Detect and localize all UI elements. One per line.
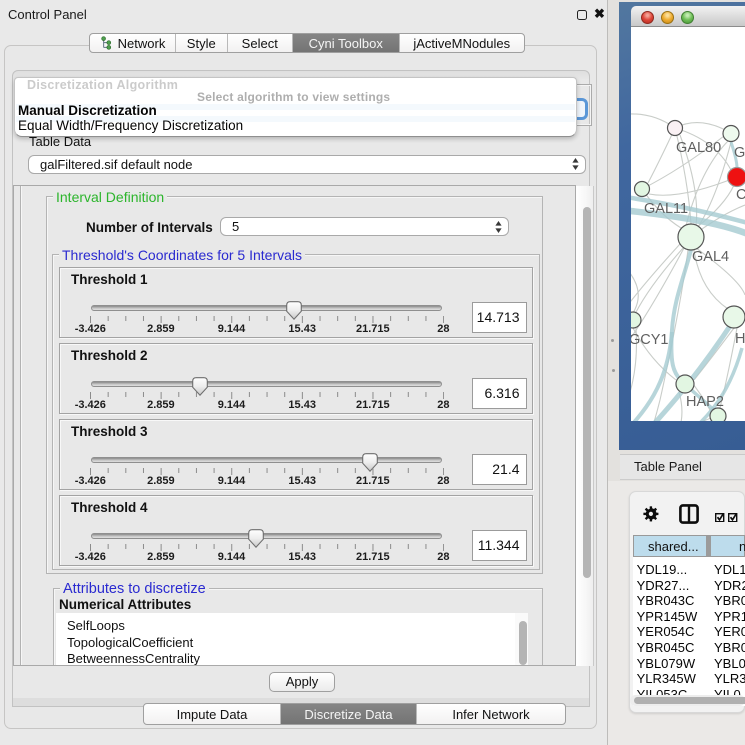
svg-text:G: G [734,145,745,161]
svg-text:GAL11: GAL11 [644,201,688,217]
svg-text:GCY1: GCY1 [631,332,669,348]
svg-text:C: C [736,187,745,203]
svg-text:GAL4: GAL4 [692,249,729,265]
svg-text:GAL80: GAL80 [676,140,721,156]
svg-text:H: H [735,331,745,347]
svg-text:HAP2: HAP2 [686,394,724,410]
